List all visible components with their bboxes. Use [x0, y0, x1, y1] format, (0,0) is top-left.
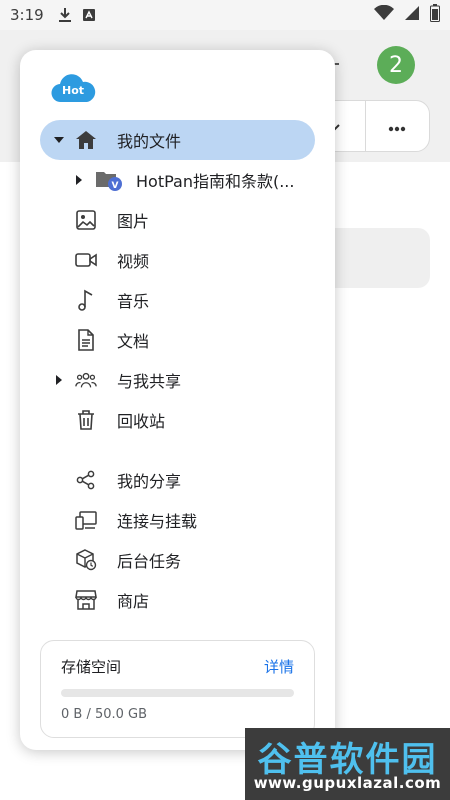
storage-usage-bar	[61, 689, 294, 697]
status-bar: 3:19	[0, 0, 450, 30]
wifi-icon	[374, 4, 394, 25]
nav-item-label: 文档	[117, 332, 150, 351]
music-icon	[75, 289, 97, 311]
devices-icon	[75, 509, 97, 531]
storage-title: 存储空间	[61, 658, 122, 676]
notification-count-badge[interactable]: 2	[377, 46, 415, 84]
image-icon	[75, 209, 97, 231]
app-notification-icon	[82, 8, 96, 22]
video-icon	[75, 249, 97, 271]
nav-item-label: HotPan指南和条款(...	[136, 172, 295, 191]
nav-item-label: 商店	[117, 592, 150, 611]
nav-item-label: 后台任务	[117, 552, 182, 571]
signal-icon	[404, 5, 420, 25]
people-icon	[75, 369, 97, 391]
caret-down-icon[interactable]	[54, 135, 64, 145]
nav-item-label: 我的分享	[117, 472, 182, 491]
nav-item-images[interactable]: 图片	[40, 200, 315, 240]
caret-right-icon[interactable]	[74, 175, 84, 185]
watermark: 谷普软件园 www.gupuxlazal.com	[245, 728, 450, 800]
battery-icon	[430, 4, 440, 26]
home-icon	[75, 129, 97, 151]
hotpan-logo: Hot	[50, 72, 96, 108]
nav-item-my-shares[interactable]: 我的分享	[40, 460, 315, 500]
nav-item-label: 与我共享	[117, 372, 182, 391]
nav-item-my-files[interactable]: 我的文件	[40, 120, 315, 160]
navigation-drawer: Hot 我的文件 V HotPan指南和条款(... 图片 视频 音乐 文档 与…	[20, 50, 335, 750]
shared-folder-icon: V	[95, 169, 123, 191]
nav-item-label: 我的文件	[117, 132, 182, 151]
nav-item-videos[interactable]: 视频	[40, 240, 315, 280]
nav-item-store[interactable]: 商店	[40, 580, 315, 620]
store-icon	[75, 589, 97, 611]
nav-item-background-tasks[interactable]: 后台任务	[40, 540, 315, 580]
more-options-button[interactable]	[364, 101, 430, 151]
share-icon	[75, 469, 97, 491]
nav-item-recycle-bin[interactable]: 回收站	[40, 400, 315, 440]
nav-item-label: 回收站	[117, 412, 166, 431]
nav-item-connect-and-mount[interactable]: 连接与挂载	[40, 500, 315, 540]
storage-card: 存储空间 详情 0 B / 50.0 GB	[40, 640, 315, 738]
nav-item-label: 连接与挂载	[117, 512, 198, 531]
nav-item-shared-with-me[interactable]: 与我共享	[40, 360, 315, 400]
nav-item-documents[interactable]: 文档	[40, 320, 315, 360]
document-icon	[75, 329, 97, 351]
nav-item-label: 图片	[117, 212, 150, 231]
watermark-url: www.gupuxlazal.com	[253, 774, 442, 792]
more-horizontal-icon	[388, 117, 406, 136]
nav-item-music[interactable]: 音乐	[40, 280, 315, 320]
trash-icon	[75, 409, 97, 431]
nav-item-label: 音乐	[117, 292, 150, 311]
nav-item-label: 视频	[117, 252, 150, 271]
download-icon	[58, 7, 72, 23]
storage-details-link[interactable]: 详情	[264, 656, 294, 677]
box-task-icon	[75, 549, 97, 571]
logo-text: Hot	[62, 84, 84, 97]
nav-item-hotpan-guide-folder[interactable]: V HotPan指南和条款(...	[40, 160, 315, 200]
folder-badge-letter: V	[112, 181, 119, 191]
caret-right-icon[interactable]	[54, 375, 64, 385]
storage-usage-text: 0 B / 50.0 GB	[61, 707, 148, 722]
status-time: 3:19	[10, 6, 44, 24]
